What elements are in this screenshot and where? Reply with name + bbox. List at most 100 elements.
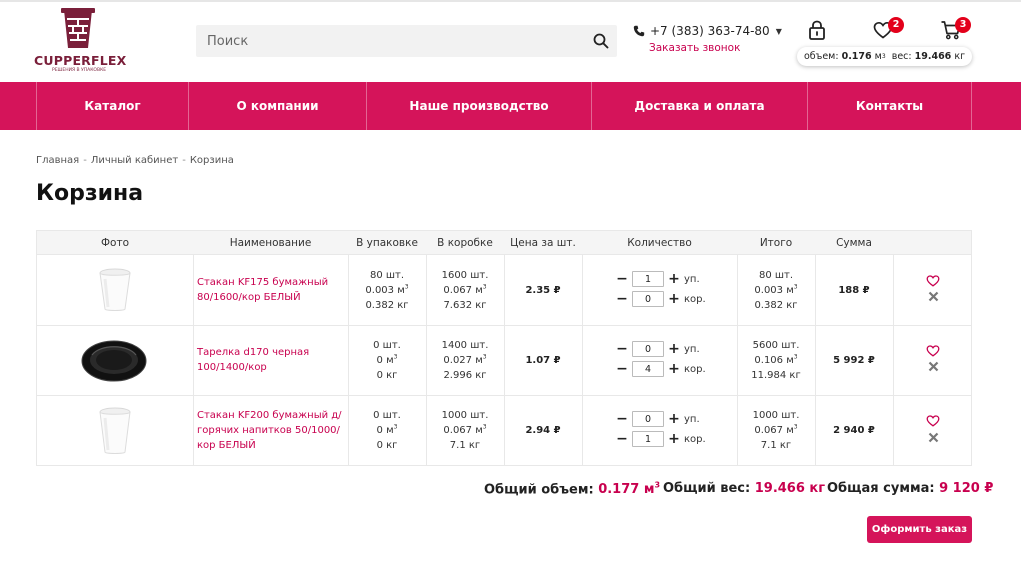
total-weight: 0.382 кг <box>754 299 798 311</box>
qty-unit-label: кор. <box>684 433 706 445</box>
phone-number[interactable]: +7 (383) 363-74-80 ▼ <box>633 24 782 38</box>
add-to-favorites-heart-icon[interactable] <box>926 414 940 427</box>
plus-button[interactable]: + <box>668 271 680 287</box>
cubic-superscript: 3 <box>393 353 398 361</box>
product-name-line: 100/1400/кор <box>197 362 267 373</box>
product-name-line: горячих напитков 50/1000/ <box>197 424 340 436</box>
nav-item-delivery[interactable]: Доставка и оплата <box>591 82 807 130</box>
pack-weight: 0.382 кг <box>365 299 409 311</box>
column-header-total: Итого <box>759 237 793 249</box>
cubic-superscript: 3 <box>793 353 798 361</box>
add-to-favorites-heart-icon[interactable] <box>926 274 940 287</box>
breadcrumb-account[interactable]: Личный кабинет <box>91 155 178 166</box>
remove-item-close-icon[interactable] <box>928 432 939 443</box>
cart-table: Фото Наименование В упаковке В коробке Ц… <box>36 230 972 466</box>
qty-unit-label: кор. <box>684 293 706 305</box>
logo-mark <box>61 8 95 48</box>
pack-pcs: 80 шт. <box>369 269 405 281</box>
product-image-plate[interactable] <box>80 335 148 385</box>
box-volume: 0.067 м3 <box>443 283 486 298</box>
cubic-superscript: 3 <box>793 283 798 291</box>
minus-button[interactable]: − <box>616 291 628 307</box>
qty-box-input[interactable] <box>632 431 664 447</box>
cart-totals-pill: объем: 0.176 м3 вес: 19.466 кг <box>797 47 972 66</box>
qty-pack-input[interactable] <box>632 411 664 427</box>
lock-icon[interactable] <box>806 19 828 41</box>
box-pcs: 1000 шт. <box>441 409 489 421</box>
search-icon[interactable] <box>593 33 609 49</box>
cubic-superscript: 3 <box>793 423 798 431</box>
box-weight: 7.1 кг <box>449 439 481 451</box>
summary-weight: Общий вес: 19.466 кг <box>663 481 825 496</box>
pack-volume: 0.003 м3 <box>365 283 408 298</box>
pill-weight-unit: кг <box>954 51 966 62</box>
cubic-superscript: 3 <box>881 53 886 60</box>
pack-cell: 0 шт. 0 м3 0 кг <box>348 395 426 465</box>
plus-button[interactable]: + <box>668 431 680 447</box>
qty-box-input[interactable] <box>632 291 664 307</box>
logo[interactable]: CUPPERFLEX РЕШЕНИЯ В УПАКОВКЕ <box>34 6 127 76</box>
pack-pcs: 0 шт. <box>373 339 401 351</box>
nav-item-production[interactable]: Наше производство <box>366 82 591 130</box>
total-volume: 0.067 м3 <box>754 423 797 438</box>
qty-pack-input[interactable] <box>632 341 664 357</box>
summary-sum: Общая сумма: 9 120 ₽ <box>827 481 993 496</box>
box-volume-value: 0.067 м <box>443 424 483 436</box>
box-weight: 7.632 кг <box>443 299 487 311</box>
cubic-superscript: 3 <box>404 283 409 291</box>
total-cell: 1000 шт. 0.067 м3 7.1 кг <box>737 395 815 465</box>
summary-volume: Общий объем: 0.177 м3 <box>484 481 660 497</box>
page-title: Корзина <box>36 181 144 206</box>
nav-item-about[interactable]: О компании <box>188 82 366 130</box>
box-cell: 1000 шт. 0.067 м3 7.1 кг <box>426 395 504 465</box>
nav-item-contacts[interactable]: Контакты <box>807 82 971 130</box>
total-volume: 0.003 м3 <box>754 283 797 298</box>
summary-sum-value: 9 120 ₽ <box>939 481 994 496</box>
product-name-link[interactable]: Стакан KF200 бумажный д/ горячих напитко… <box>197 395 347 465</box>
box-pcs: 1400 шт. <box>441 339 489 351</box>
plus-button[interactable]: + <box>668 341 680 357</box>
qty-pack-input[interactable] <box>632 271 664 287</box>
product-image-cup[interactable] <box>97 406 133 456</box>
minus-button[interactable]: − <box>616 411 628 427</box>
nav-item-catalog[interactable]: Каталог <box>36 82 188 130</box>
qty-pack-stepper: − + уп. <box>616 271 700 287</box>
place-order-button[interactable]: Оформить заказ <box>867 516 972 543</box>
pack-pcs: 0 шт. <box>373 409 401 421</box>
product-name-link[interactable]: Тарелка d170 черная 100/1400/кор <box>197 325 347 395</box>
pack-cell: 80 шт. 0.003 м3 0.382 кг <box>348 255 426 325</box>
box-cell: 1600 шт. 0.067 м3 7.632 кг <box>426 255 504 325</box>
product-name: Стакан KF200 бумажный д/ горячих напитко… <box>197 408 342 453</box>
product-name-line: кор БЕЛЫЙ <box>197 439 256 451</box>
box-cell: 1400 шт. 0.027 м3 2.996 кг <box>426 325 504 395</box>
table-header: Фото Наименование В упаковке В коробке Ц… <box>37 231 971 255</box>
minus-button[interactable]: − <box>616 341 628 357</box>
unit-price: 1.07 ₽ <box>525 354 561 366</box>
qty-pack-stepper: − + уп. <box>616 411 700 427</box>
plus-button[interactable]: + <box>668 361 680 377</box>
chevron-down-icon[interactable]: ▼ <box>776 27 782 36</box>
minus-button[interactable]: − <box>616 271 628 287</box>
column-header-name: Наименование <box>229 237 312 249</box>
total-pcs: 5600 шт. <box>752 339 800 351</box>
remove-item-close-icon[interactable] <box>928 361 939 372</box>
plus-button[interactable]: + <box>668 411 680 427</box>
row-sum: 2 940 ₽ <box>833 424 875 436</box>
summary-weight-value: 19.466 кг <box>754 481 826 496</box>
plus-button[interactable]: + <box>668 291 680 307</box>
minus-button[interactable]: − <box>616 431 628 447</box>
product-name-link[interactable]: Стакан KF175 бумажный 80/1600/кор БЕЛЫЙ <box>197 255 347 325</box>
breadcrumb-home[interactable]: Главная <box>36 155 79 166</box>
total-cell: 5600 шт. 0.106 м3 11.984 кг <box>737 325 815 395</box>
qty-box-input[interactable] <box>632 361 664 377</box>
product-image-cup[interactable] <box>97 267 133 313</box>
add-to-favorites-heart-icon[interactable] <box>926 344 940 357</box>
logo-text: CUPPERFLEX <box>34 53 127 68</box>
column-header-sum: Сумма <box>836 237 872 249</box>
search-input[interactable] <box>196 25 576 57</box>
callback-link[interactable]: Заказать звонок <box>649 42 740 54</box>
qty-unit-label: кор. <box>684 363 706 375</box>
remove-item-close-icon[interactable] <box>928 291 939 302</box>
minus-button[interactable]: − <box>616 361 628 377</box>
summary-weight-label: Общий вес: <box>663 481 751 496</box>
